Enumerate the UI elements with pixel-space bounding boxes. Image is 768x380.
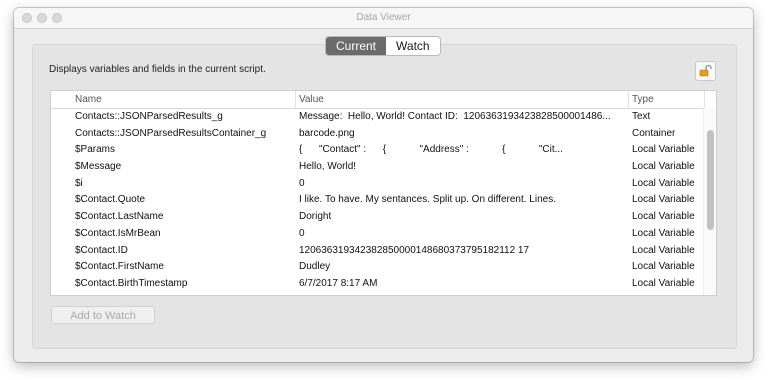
row-type: Local Variable [632, 194, 695, 206]
row-value: I like. To have. My sentances. Split up.… [299, 194, 556, 206]
table-row[interactable]: $Contact.LastName Doright Local Variable [51, 208, 704, 225]
table-row[interactable]: $Params { "Contact" : { "Address" : { "Ci… [51, 141, 704, 158]
row-name: $Contact.FirstName [75, 261, 164, 273]
row-type: Local Variable [632, 227, 695, 239]
scrollbar-thumb[interactable] [707, 130, 714, 230]
row-name: $Params [75, 144, 116, 156]
row-type: Text [632, 111, 651, 122]
row-name: $Contact.Quote [75, 194, 146, 206]
variables-table[interactable]: Name Value Type Contacts::JSONParsedResu… [50, 90, 717, 296]
row-value: Message: Hello, World! Contact ID: 12063… [299, 111, 611, 122]
vertical-scrollbar[interactable] [703, 108, 716, 295]
row-type: Local Variable [632, 277, 695, 289]
row-value: Dudley [299, 261, 331, 273]
add-to-watch-button[interactable]: Add to Watch [51, 306, 155, 324]
row-type: Local Variable [632, 177, 695, 189]
tab-current[interactable]: Current [326, 37, 387, 55]
window-title: Data Viewer [356, 12, 411, 23]
column-header-name[interactable]: Name [75, 94, 102, 105]
description-text: Displays variables and fields in the cur… [49, 64, 266, 75]
column-header-type[interactable]: Type [632, 94, 654, 105]
row-value: 0 [299, 227, 305, 239]
table-row[interactable]: $Contact.IsMrBean 0 Local Variable [51, 225, 704, 242]
table-header: Name Value Type [51, 91, 716, 109]
row-name: $Contact.BirthTimestamp [75, 277, 188, 289]
row-name: Contacts::JSONParsedResultsContainer_g [75, 127, 267, 139]
table-body: Contacts::JSONParsedResults_g Message: He… [51, 108, 704, 295]
row-type: Local Variable [632, 144, 695, 156]
row-name: $i [75, 177, 83, 189]
table-row[interactable]: $Contact.BirthTimestamp 6/7/2017 8:17 AM L… [51, 275, 704, 292]
row-value: barcode.png [299, 127, 355, 139]
row-name: $Contact.IsMrBean [75, 227, 161, 239]
unlocked-padlock-icon [699, 65, 712, 77]
table-row[interactable]: $Message Hello, World! Local Variable [51, 158, 704, 175]
lock-button[interactable] [695, 61, 716, 81]
row-value: 6/7/2017 8:17 AM [299, 277, 378, 289]
row-value: 0 [299, 177, 305, 189]
table-row[interactable]: Contacts::JSONParsedResultsContainer_g ba… [51, 125, 704, 142]
row-type: Local Variable [632, 211, 695, 223]
row-name: $Message [75, 161, 122, 173]
row-name: $Contact.ID [75, 244, 128, 256]
row-type: Local Variable [632, 161, 695, 173]
title-bar: Data Viewer [14, 8, 753, 29]
column-divider[interactable] [704, 91, 705, 108]
row-type: Container [632, 127, 676, 139]
column-divider[interactable] [295, 91, 296, 108]
table-row[interactable]: $Contact.Quote I like. To have. My sentan… [51, 191, 704, 208]
table-row[interactable]: $Contact.FirstName Dudley Local Variable [51, 258, 704, 275]
table-row[interactable]: Contacts::JSONParsedResults_g Message: He… [51, 108, 704, 125]
row-name: Contacts::JSONParsedResults_g [75, 111, 223, 122]
row-value: 120636319342382850000148680373795182112 … [299, 244, 530, 256]
column-header-value[interactable]: Value [299, 94, 324, 105]
row-name: $Contact.LastName [75, 211, 164, 223]
table-row[interactable]: $i 0 Local Variable [51, 175, 704, 192]
table-row[interactable]: $Contact.ID 12063631934238285000014868037… [51, 242, 704, 259]
row-value: { "Contact" : { "Address" : { "Cit... [299, 144, 563, 156]
row-type: Local Variable [632, 244, 695, 256]
row-value: Doright [299, 211, 332, 223]
column-divider[interactable] [628, 91, 629, 108]
view-tabs: Current Watch [325, 36, 441, 56]
row-value: Hello, World! [299, 161, 357, 173]
row-type: Local Variable [632, 261, 695, 273]
tab-watch[interactable]: Watch [386, 37, 440, 55]
data-viewer-window: Data Viewer Current Watch Displays varia… [14, 8, 753, 362]
